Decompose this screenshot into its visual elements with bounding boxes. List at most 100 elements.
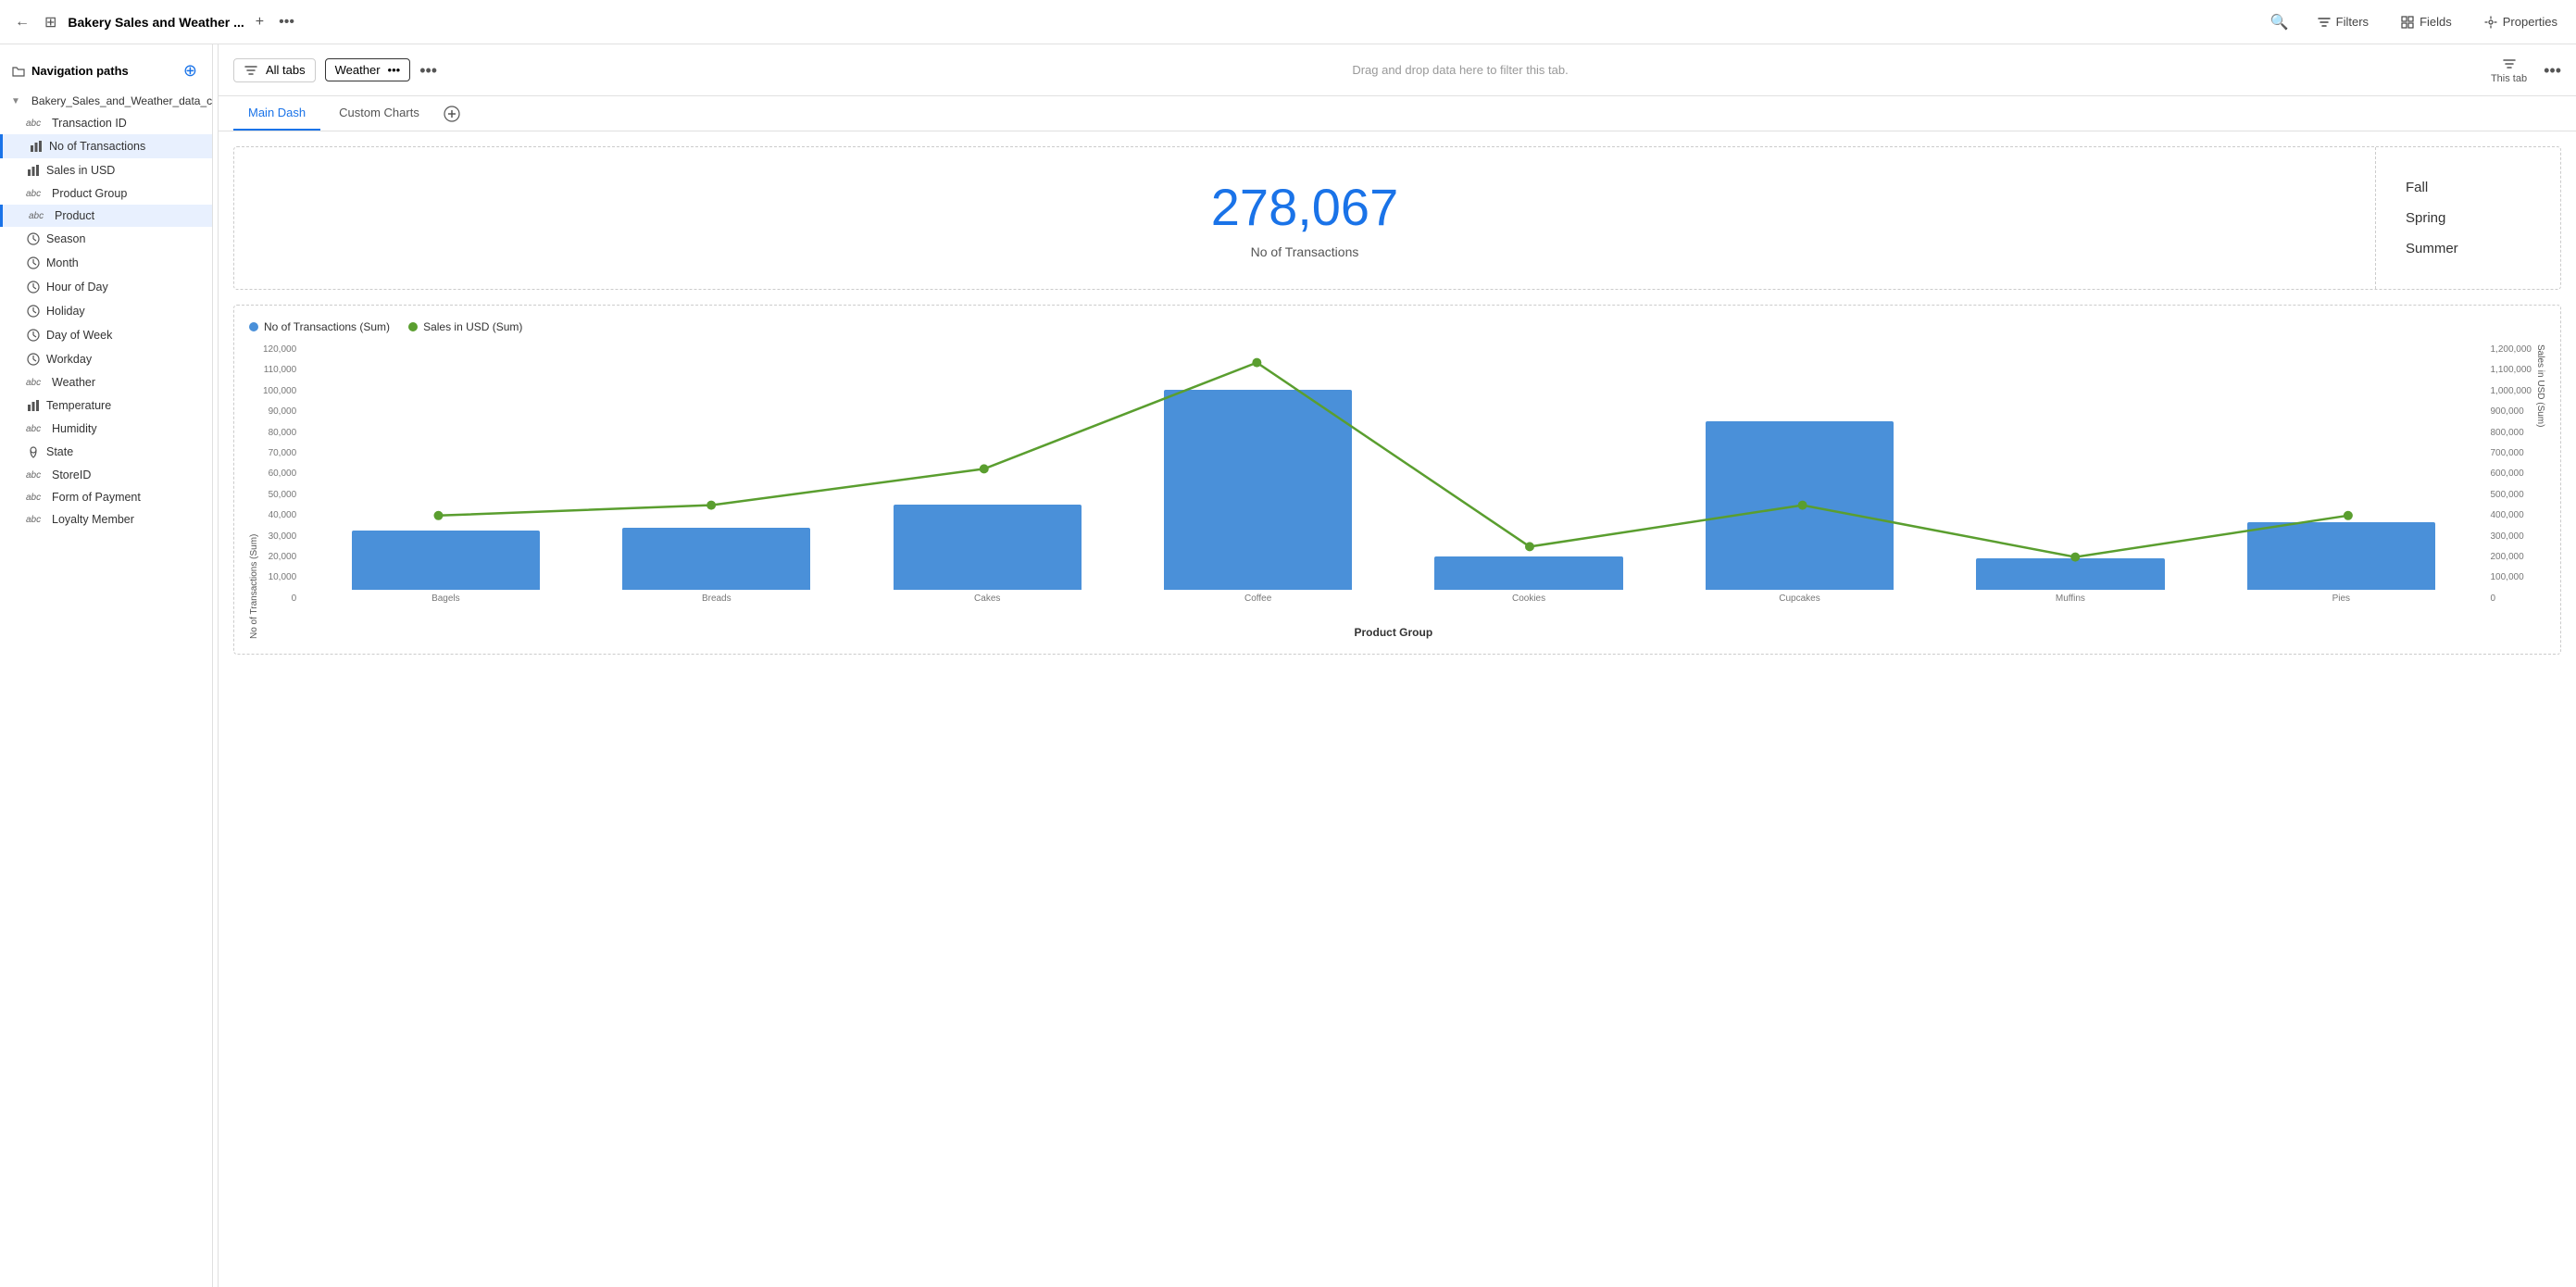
- sidebar-item-label: Temperature: [46, 399, 111, 412]
- kpi-filter-row: 278,067 No of Transactions Fall Spring S…: [233, 146, 2561, 290]
- back-button[interactable]: ←: [11, 10, 33, 34]
- bar-label-coffee: Coffee: [1244, 594, 1271, 604]
- bar-breads[interactable]: [622, 528, 810, 590]
- sidebar-item-form-of-payment[interactable]: abc Form of Payment: [0, 486, 212, 508]
- sidebar-item-label: Form of Payment: [52, 491, 141, 504]
- sidebar-item-transaction-id[interactable]: abcTransaction ID: [0, 112, 212, 134]
- grid-icon[interactable]: ⊞: [41, 9, 60, 35]
- filter-bar-right-dots[interactable]: •••: [2544, 62, 2561, 79]
- filter-summer[interactable]: Summer: [2406, 237, 2531, 260]
- bar-group-muffins: Muffins: [1936, 344, 2205, 604]
- sidebar-item-label: StoreID: [52, 469, 91, 481]
- type-badge-abc: abc: [26, 515, 46, 525]
- page-title: Bakery Sales and Weather ...: [68, 15, 244, 30]
- type-icon-clock: [26, 328, 41, 343]
- bars-and-line: Bagels Breads Cakes Coffee Cookies Cupca…: [302, 344, 2484, 622]
- bar-label-bagels: Bagels: [431, 594, 460, 604]
- weather-tag-dots[interactable]: •••: [388, 63, 401, 77]
- filter-bar-more-dots[interactable]: •••: [419, 62, 437, 79]
- bar-group-cakes: Cakes: [853, 344, 1121, 604]
- type-icon-pin: [26, 444, 41, 459]
- legend-transactions: No of Transactions (Sum): [249, 320, 390, 333]
- bar-group-coffee: Coffee: [1123, 344, 1392, 604]
- sidebar-item-product[interactable]: abcProduct: [0, 205, 212, 227]
- type-icon-clock: [26, 352, 41, 367]
- sidebar-item-hour-of-day[interactable]: Hour of Day: [0, 275, 212, 299]
- bar-group-cookies: Cookies: [1394, 344, 1663, 604]
- kpi-card: 278,067 No of Transactions: [234, 147, 2375, 289]
- search-button[interactable]: 🔍: [2267, 9, 2293, 35]
- type-icon-clock: [26, 304, 41, 319]
- sidebar-item-workday[interactable]: Workday: [0, 347, 212, 371]
- sidebar-item-store-id[interactable]: abcStoreID: [0, 464, 212, 486]
- type-badge-abc: abc: [26, 493, 46, 503]
- bar-cupcakes[interactable]: [1706, 421, 1894, 590]
- type-icon-clock: [26, 231, 41, 246]
- type-icon-bar: [29, 139, 44, 154]
- type-badge-abc: abc: [29, 211, 49, 221]
- tabs-bar: Main Dash Custom Charts: [219, 96, 2576, 131]
- sidebar-item-label: Workday: [46, 353, 92, 366]
- type-icon-clock: [26, 256, 41, 270]
- bar-label-cookies: Cookies: [1512, 594, 1545, 604]
- sidebar-item-label: Season: [46, 232, 85, 245]
- bar-cakes[interactable]: [894, 505, 1082, 590]
- properties-button[interactable]: Properties: [2476, 11, 2565, 33]
- properties-icon: [2483, 15, 2498, 30]
- add-tab-button[interactable]: [438, 100, 466, 128]
- tab-custom-charts[interactable]: Custom Charts: [324, 96, 434, 131]
- bar-line-chart-card: No of Transactions (Sum) Sales in USD (S…: [233, 305, 2561, 655]
- sidebar-item-label: Hour of Day: [46, 281, 108, 294]
- filters-button[interactable]: Filters: [2309, 11, 2376, 33]
- sidebar-item-product-group[interactable]: abc Product Group: [0, 182, 212, 205]
- sidebar-item-day-of-week[interactable]: Day of Week: [0, 323, 212, 347]
- sidebar-item-state[interactable]: State: [0, 440, 212, 464]
- bar-label-cupcakes: Cupcakes: [1779, 594, 1819, 604]
- sidebar-item-holiday[interactable]: Holiday: [0, 299, 212, 323]
- sidebar-item-label: No of Transactions: [49, 140, 145, 153]
- legend-sales: Sales in USD (Sum): [408, 320, 522, 333]
- sidebar-item-label: Product Group: [52, 187, 127, 200]
- add-tab-icon: [444, 106, 460, 122]
- bar-bagels[interactable]: [352, 531, 540, 590]
- filter-bar: All tabs Weather ••• ••• Drag and drop d…: [219, 44, 2576, 96]
- sidebar-item-label: Day of Week: [46, 329, 112, 342]
- weather-filter-tag[interactable]: Weather •••: [325, 58, 411, 81]
- more-options-button[interactable]: •••: [275, 10, 298, 34]
- sidebar-item-temperature[interactable]: Temperature: [0, 394, 212, 418]
- type-badge-abc: abc: [26, 378, 46, 388]
- sidebar-item-sales-in-usd[interactable]: Sales in USD: [0, 158, 212, 182]
- type-icon-bar: [26, 163, 41, 178]
- sidebar-item-no-of-transactions[interactable]: No of Transactions: [0, 134, 212, 158]
- legend-sales-dot: [408, 322, 418, 331]
- bar-group-breads: Breads: [582, 344, 851, 604]
- tab-main-dash[interactable]: Main Dash: [233, 96, 320, 131]
- topbar: ← ⊞ Bakery Sales and Weather ... + ••• 🔍…: [0, 0, 2576, 44]
- filter-icon: [2317, 15, 2332, 30]
- sidebar-item-label: Weather: [52, 376, 95, 389]
- filter-fall[interactable]: Fall: [2406, 176, 2531, 199]
- fields-button[interactable]: Fields: [2393, 11, 2459, 33]
- sidebar-item-season[interactable]: Season: [0, 227, 212, 251]
- sidebar-item-humidity[interactable]: abcHumidity: [0, 418, 212, 440]
- x-axis-title: Product Group: [302, 626, 2484, 639]
- all-tabs-filter[interactable]: All tabs: [233, 58, 316, 82]
- sidebar-item-label: State: [46, 445, 73, 458]
- bar-label-breads: Breads: [702, 594, 732, 604]
- sidebar-add-button[interactable]: ⊕: [180, 57, 201, 84]
- filter-spring[interactable]: Spring: [2406, 206, 2531, 230]
- bar-pies[interactable]: [2247, 522, 2435, 590]
- this-tab-filter[interactable]: This tab: [2483, 53, 2534, 88]
- bars-container: Bagels Breads Cakes Coffee Cookies Cupca…: [302, 344, 2484, 604]
- type-badge-abc: abc: [26, 189, 46, 199]
- sidebar-item-loyalty-member[interactable]: abcLoyalty Member: [0, 508, 212, 531]
- add-tab-button[interactable]: +: [252, 10, 268, 34]
- sidebar-item-weather[interactable]: abc Weather: [0, 371, 212, 394]
- bar-cookies[interactable]: [1434, 556, 1622, 590]
- main-layout: Navigation paths ⊕ ▼ Bakery_Sales_and_We…: [0, 44, 2576, 1287]
- sidebar-item-month[interactable]: Month: [0, 251, 212, 275]
- sidebar-source[interactable]: ▼ Bakery_Sales_and_Weather_data_csv: [0, 90, 212, 112]
- bar-coffee[interactable]: [1164, 390, 1352, 590]
- bar-muffins[interactable]: [1976, 558, 2164, 590]
- kpi-label: No of Transactions: [1251, 244, 1359, 259]
